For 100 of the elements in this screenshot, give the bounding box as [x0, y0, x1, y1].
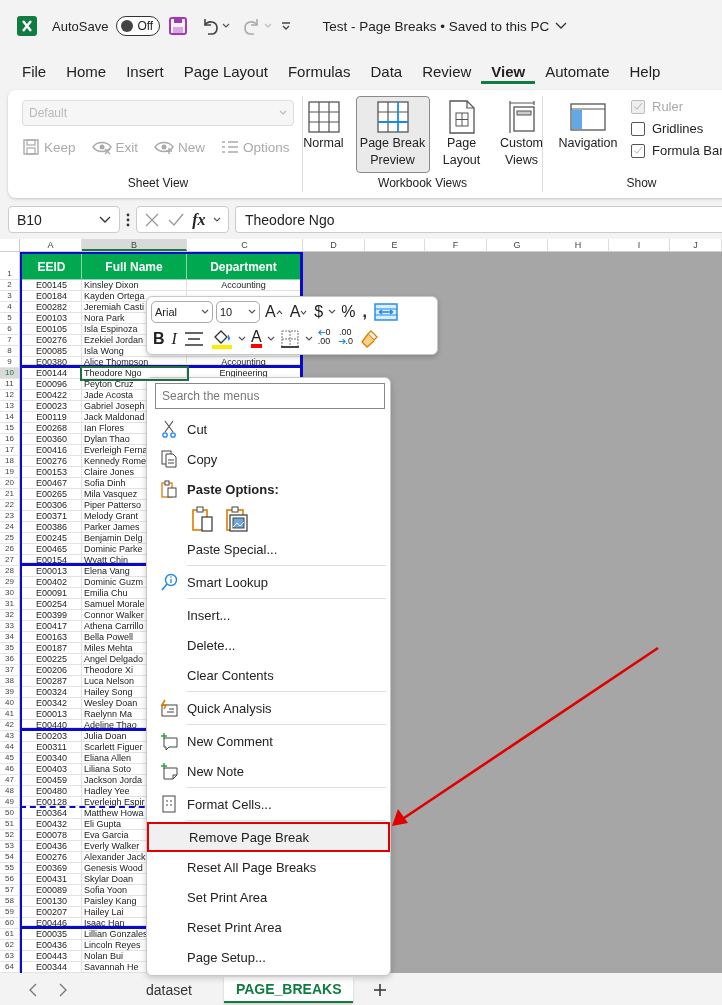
- column-header[interactable]: F: [425, 239, 487, 251]
- row-header[interactable]: 33: [0, 621, 20, 632]
- row-header[interactable]: 5: [0, 313, 20, 324]
- add-sheet-icon[interactable]: [373, 982, 388, 997]
- row-header[interactable]: 23: [0, 511, 20, 522]
- row-header[interactable]: 30: [0, 588, 20, 599]
- caret-icon[interactable]: [266, 335, 275, 342]
- decimal-button[interactable]: .00 .0: [335, 327, 356, 350]
- caret-icon[interactable]: [222, 23, 231, 29]
- row-header[interactable]: 64: [0, 962, 20, 973]
- sheet-tab[interactable]: PAGE_BREAKS: [223, 976, 354, 1003]
- column-header[interactable]: E: [365, 239, 425, 251]
- ribbon-tab[interactable]: Home: [56, 58, 117, 84]
- ribbon-tab[interactable]: File: [12, 58, 57, 84]
- row-header[interactable]: 45: [0, 753, 20, 764]
- row-header[interactable]: 29: [0, 577, 20, 588]
- paste-picture-icon[interactable]: [225, 505, 249, 533]
- row-header[interactable]: 28: [0, 566, 20, 577]
- checkbox[interactable]: [631, 121, 645, 136]
- ribbon-tab[interactable]: Review: [412, 58, 482, 84]
- row-header[interactable]: 37: [0, 665, 20, 676]
- row-header[interactable]: 44: [0, 742, 20, 753]
- menu-item[interactable]: Remove Page Break: [147, 822, 390, 852]
- row-header[interactable]: 32: [0, 610, 20, 621]
- row-header[interactable]: 21: [0, 489, 20, 500]
- ribbon-tab[interactable]: Automate: [535, 58, 620, 84]
- caret-icon[interactable]: [212, 216, 221, 223]
- row-header[interactable]: 16: [0, 434, 20, 445]
- view-button[interactable]: Normal: [295, 96, 352, 173]
- ribbon-tab[interactable]: Page Layout: [173, 58, 278, 84]
- row-header[interactable]: 53: [0, 841, 20, 852]
- ribbon-tab[interactable]: View: [481, 58, 536, 84]
- row-header[interactable]: 36: [0, 654, 20, 665]
- row-header[interactable]: 62: [0, 940, 20, 951]
- paste-icon[interactable]: [191, 505, 215, 533]
- row-header[interactable]: 20: [0, 478, 20, 489]
- row-header[interactable]: 47: [0, 775, 20, 786]
- view-button[interactable]: Custom Views: [493, 96, 550, 173]
- row-header[interactable]: 13: [0, 401, 20, 412]
- row-header[interactable]: 11: [0, 379, 20, 390]
- format-button[interactable]: A: [248, 327, 264, 350]
- decimal-button[interactable]: 0 .00: [315, 327, 333, 350]
- row-header[interactable]: 46: [0, 764, 20, 775]
- navigation-button[interactable]: Navigation: [551, 96, 625, 158]
- row-header[interactable]: 27: [0, 555, 20, 566]
- name-box[interactable]: B10: [8, 206, 120, 233]
- column-header[interactable]: B: [82, 239, 187, 251]
- chevron-down-icon[interactable]: [555, 22, 568, 30]
- ribbon-tab[interactable]: Help: [619, 58, 671, 84]
- insert-function-button[interactable]: fx: [192, 210, 206, 229]
- row-header[interactable]: 58: [0, 896, 20, 907]
- view-button[interactable]: Page Break Preview: [355, 96, 430, 173]
- view-button[interactable]: Page Layout: [433, 96, 490, 173]
- row-header[interactable]: 60: [0, 918, 20, 929]
- cancel-icon[interactable]: [144, 211, 161, 228]
- row-header[interactable]: 6: [0, 324, 20, 335]
- row-header[interactable]: 25: [0, 533, 20, 544]
- row-header[interactable]: 19: [0, 467, 20, 478]
- row-header[interactable]: 42: [0, 720, 20, 731]
- row-header[interactable]: 1: [0, 252, 20, 280]
- row-header[interactable]: 61: [0, 929, 20, 940]
- font-dropdown[interactable]: Arial: [151, 301, 213, 324]
- chevron-left-icon[interactable]: [28, 982, 38, 997]
- row-header[interactable]: 2: [0, 280, 20, 291]
- row-header[interactable]: 59: [0, 907, 20, 918]
- caret-icon[interactable]: [237, 335, 246, 342]
- row-header[interactable]: 52: [0, 830, 20, 841]
- format-button[interactable]: A: [287, 301, 310, 324]
- row-header[interactable]: 10: [0, 368, 20, 379]
- row-header[interactable]: 15: [0, 423, 20, 434]
- format-button[interactable]: ,: [360, 301, 369, 324]
- column-header[interactable]: J: [670, 239, 722, 251]
- size-dropdown[interactable]: 10: [216, 301, 260, 324]
- row-header[interactable]: 22: [0, 500, 20, 511]
- row-header[interactable]: 18: [0, 456, 20, 467]
- row-header[interactable]: 48: [0, 786, 20, 797]
- row-header[interactable]: 24: [0, 522, 20, 533]
- save-icon[interactable]: [168, 16, 189, 36]
- caret-icon[interactable]: [328, 309, 337, 316]
- row-header[interactable]: 63: [0, 951, 20, 962]
- autosave-toggle[interactable]: Off: [116, 16, 161, 36]
- row-header[interactable]: 56: [0, 874, 20, 885]
- sheet-tab[interactable]: dataset: [134, 976, 204, 1003]
- row-header[interactable]: 31: [0, 599, 20, 610]
- caret-icon[interactable]: [304, 335, 313, 342]
- ribbon-tab[interactable]: Insert: [116, 58, 174, 84]
- row-header[interactable]: 43: [0, 731, 20, 742]
- row-header[interactable]: 26: [0, 544, 20, 555]
- row-header[interactable]: 3: [0, 291, 20, 302]
- row-header[interactable]: 9: [0, 357, 20, 368]
- check-icon[interactable]: [167, 211, 186, 228]
- row-header[interactable]: 50: [0, 808, 20, 819]
- row-header[interactable]: 35: [0, 643, 20, 654]
- row-header[interactable]: 7: [0, 335, 20, 346]
- format-button[interactable]: A: [263, 301, 285, 324]
- row-header[interactable]: 17: [0, 445, 20, 456]
- row-header[interactable]: 57: [0, 885, 20, 896]
- column-header[interactable]: H: [548, 239, 609, 251]
- column-header[interactable]: I: [609, 239, 670, 251]
- format-button[interactable]: $: [312, 301, 326, 324]
